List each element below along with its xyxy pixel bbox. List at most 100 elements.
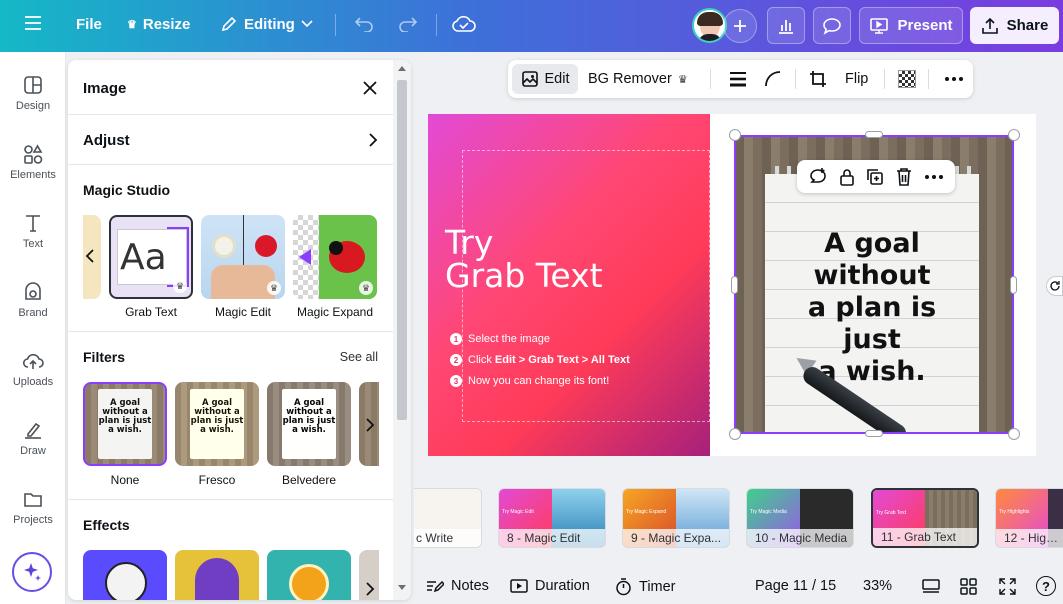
resize-handle[interactable] (729, 428, 741, 440)
step-number: 2 (450, 354, 462, 366)
rail-item-draw[interactable]: Draw (0, 419, 66, 457)
flip-button[interactable]: Flip (845, 64, 868, 94)
present-button[interactable]: Present (859, 7, 963, 44)
page-thumbnail[interactable]: Try Magic Media 10 - Magic Media (746, 488, 854, 548)
design-icon (24, 76, 42, 94)
rail-item-brand[interactable]: Brand (0, 281, 66, 319)
zoom-level[interactable]: 33% (863, 578, 892, 594)
duration-button[interactable]: Duration (510, 578, 590, 594)
duplicate-icon[interactable] (865, 167, 885, 187)
lock-icon[interactable] (839, 167, 855, 187)
filters-label: Filters (83, 349, 126, 365)
chevron-left-icon[interactable] (85, 249, 95, 263)
edit-image-button[interactable]: Edit (512, 64, 578, 94)
page-indicator-text: Page 11 / 15 (755, 578, 837, 594)
effect-thumb[interactable] (175, 550, 259, 600)
resize-button[interactable]: ♛ Resize (127, 16, 190, 33)
chevron-right-icon (369, 133, 378, 147)
play-icon (510, 579, 528, 593)
comments-button[interactable] (813, 7, 851, 44)
editing-label: Editing (244, 15, 295, 33)
page-indicator[interactable]: Page 11 / 15 (755, 578, 836, 594)
scroll-thumb[interactable] (397, 80, 407, 420)
add-comment-icon[interactable] (808, 167, 828, 187)
effect-partial[interactable] (359, 550, 379, 600)
corner-rounding-icon[interactable] (764, 64, 782, 94)
notes-button[interactable]: Notes (426, 578, 489, 594)
trash-icon[interactable] (895, 167, 913, 187)
rail-label-brand: Brand (18, 307, 48, 319)
see-all-link[interactable]: See all (340, 350, 378, 364)
stopwatch-icon (616, 578, 631, 596)
chevron-right-icon[interactable] (365, 582, 375, 596)
bg-remover-button[interactable]: BG Remover ♛ (588, 64, 688, 94)
filter-belvedere[interactable]: A goal without a plan is just a wish. (267, 382, 351, 466)
effect-thumb[interactable] (267, 550, 351, 600)
help-button[interactable]: ? (1036, 576, 1056, 596)
share-button[interactable]: Share (970, 7, 1059, 44)
rail-label-text: Text (22, 238, 44, 250)
rail-item-text[interactable]: Text (0, 212, 66, 250)
timer-button[interactable]: Timer (615, 578, 676, 596)
filter-partial[interactable] (359, 382, 379, 466)
more-options-icon[interactable] (944, 64, 964, 94)
adjust-row[interactable]: Adjust (68, 126, 393, 154)
rail-item-elements[interactable]: Elements (0, 143, 66, 181)
magic-assistant-button[interactable] (12, 552, 52, 592)
page-thumbnail[interactable]: Try Magic Edit 8 - Magic Edit (498, 488, 606, 548)
filter-none[interactable]: A goal without a plan is just a wish. (83, 382, 167, 466)
insights-button[interactable] (767, 7, 805, 44)
grid-view-icon[interactable] (960, 578, 977, 595)
toolbar-divider (436, 14, 437, 36)
menu-icon[interactable] (24, 15, 42, 31)
magic-tool-magic-expand[interactable]: ♛ (293, 215, 377, 299)
page-thumbnail[interactable]: Try Highlights 12 - Highlig (995, 488, 1063, 548)
close-icon[interactable] (362, 80, 378, 96)
resize-handle[interactable] (1008, 129, 1020, 141)
undo-icon[interactable] (354, 16, 374, 32)
more-options-icon[interactable] (924, 174, 944, 180)
rotate-handle[interactable] (1046, 276, 1063, 296)
present-label: Present (897, 17, 953, 34)
crown-icon: ♛ (677, 73, 688, 86)
resize-handle[interactable] (1008, 428, 1020, 440)
line-weight-icon[interactable] (729, 64, 747, 94)
avatar[interactable] (692, 8, 727, 43)
rail-item-design[interactable]: Design (0, 74, 66, 112)
edit-label: Edit (544, 71, 570, 87)
image-edit-panel: Image Adjust Magic Studio Aa ♛ Grab Text… (68, 60, 411, 600)
magic-tool-partial[interactable] (83, 215, 101, 299)
add-collaborator-button[interactable] (723, 9, 757, 43)
resize-handle[interactable] (865, 430, 883, 437)
effect-thumb[interactable] (83, 550, 167, 600)
resize-handle[interactable] (865, 131, 883, 138)
magic-tool-grab-text[interactable]: Aa ♛ (109, 215, 193, 299)
editing-mode-dropdown[interactable]: Editing (220, 15, 313, 33)
page-thumbnail-current[interactable]: Try Grab Text 11 - Grab Text (871, 488, 979, 548)
page-thumbnail[interactable]: Try Magic Expand 9 - Magic Expa... (622, 488, 730, 548)
page-thumbnail[interactable]: c Write (414, 488, 482, 548)
magic-tool-magic-edit[interactable]: ♛ (201, 215, 285, 299)
resize-handle[interactable] (1010, 276, 1017, 294)
present-icon (870, 17, 889, 34)
bottom-bar: Notes Duration Timer Page 11 / 15 33% ? (412, 570, 1063, 604)
page-mini-title: Try Highlights (999, 509, 1030, 515)
transparency-icon[interactable] (898, 64, 916, 94)
fullscreen-icon[interactable] (999, 578, 1016, 595)
resize-handle[interactable] (731, 276, 738, 294)
scroll-up-arrow[interactable] (398, 66, 406, 71)
rail-item-uploads[interactable]: Uploads (0, 350, 66, 388)
crop-icon[interactable] (809, 64, 827, 94)
page-view-icon[interactable] (922, 578, 940, 594)
soccer-ball (105, 562, 147, 600)
panel-scrollbar[interactable] (393, 60, 411, 600)
chevron-right-icon[interactable] (365, 418, 375, 432)
rail-item-projects[interactable]: Projects (0, 488, 66, 526)
file-menu[interactable]: File (76, 16, 102, 33)
cloud-saved-icon[interactable] (452, 15, 476, 33)
page-label: c Write (414, 529, 481, 547)
redo-icon[interactable] (398, 16, 418, 32)
filter-fresco[interactable]: A goal without a plan is just a wish. (175, 382, 259, 466)
resize-handle[interactable] (729, 129, 741, 141)
scroll-down-arrow[interactable] (398, 585, 406, 590)
